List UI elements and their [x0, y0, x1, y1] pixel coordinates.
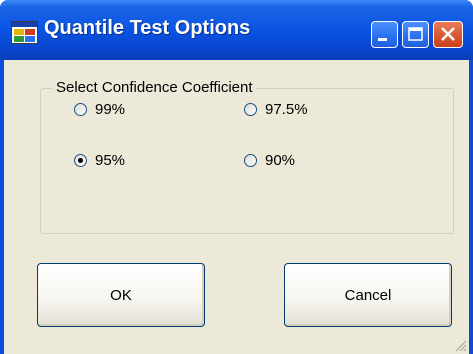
radio-label: 95% [95, 152, 126, 169]
radio-circle[interactable] [244, 154, 257, 167]
radio-circle-selected[interactable] [74, 154, 87, 167]
radio-circle[interactable] [244, 103, 257, 116]
close-button[interactable] [433, 21, 463, 48]
maximize-icon [408, 27, 423, 41]
radio-label: 97.5% [265, 101, 308, 118]
radio-circle[interactable] [74, 103, 87, 116]
title-bar[interactable]: Quantile Test Options [0, 0, 473, 60]
minimize-button[interactable] [371, 21, 398, 48]
group-legend: Select Confidence Coefficient [53, 79, 256, 96]
radio-label: 90% [265, 152, 296, 169]
ok-button[interactable]: OK [37, 263, 205, 327]
minimize-icon [378, 38, 387, 41]
dialog-window: Quantile Test Options Select Confidence … [0, 0, 473, 354]
close-icon [441, 27, 455, 41]
radio-option-90[interactable]: 90% [244, 152, 295, 169]
radio-label: 99% [95, 101, 126, 118]
radio-option-97-5[interactable]: 97.5% [244, 101, 308, 118]
maximize-button[interactable] [402, 21, 429, 48]
app-window-icon [11, 21, 38, 44]
radio-selected-dot [78, 158, 83, 163]
radio-option-95[interactable]: 95% [74, 152, 125, 169]
radio-option-99[interactable]: 99% [74, 101, 125, 118]
window-title: Quantile Test Options [44, 17, 251, 39]
dialog-client-area: Select Confidence Coefficient 99% 97.5% … [4, 60, 469, 354]
resize-grip-icon[interactable] [453, 338, 467, 352]
cancel-button[interactable]: Cancel [284, 263, 452, 327]
